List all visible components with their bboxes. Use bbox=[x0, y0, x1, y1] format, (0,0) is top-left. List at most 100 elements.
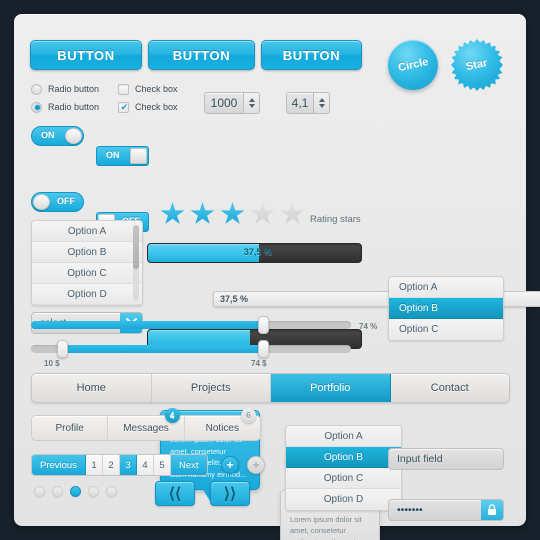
toggle-square-on[interactable]: ON bbox=[96, 146, 149, 166]
toggle-square-on-label: ON bbox=[106, 150, 120, 160]
dot-indicator[interactable] bbox=[34, 486, 117, 497]
tab-portfolio[interactable]: Portfolio bbox=[271, 374, 391, 402]
pagination-page-3[interactable]: 3 bbox=[119, 455, 137, 475]
pagination-page-2[interactable]: 2 bbox=[102, 455, 120, 475]
option-list-bottom[interactable]: Option A Option B Option C Option D bbox=[285, 425, 402, 511]
password-field[interactable]: ••••••• bbox=[388, 499, 504, 521]
radio-row-1[interactable]: Radio button bbox=[31, 82, 99, 96]
radio-icon-checked[interactable] bbox=[31, 101, 42, 113]
number-stepper-2[interactable]: 4,1 bbox=[286, 92, 330, 114]
pagination-next[interactable]: Next bbox=[170, 455, 207, 475]
dot-2[interactable] bbox=[52, 486, 63, 497]
tab-projects[interactable]: Projects bbox=[152, 374, 271, 402]
ui-kit-panel: BUTTON BUTTON BUTTON Circle Star Radio b… bbox=[14, 14, 540, 540]
tab-notices[interactable]: Notices 6 bbox=[185, 408, 260, 440]
slider-range[interactable] bbox=[31, 340, 351, 358]
toggle-knob[interactable] bbox=[65, 128, 82, 144]
star-icon-filled[interactable] bbox=[190, 202, 215, 224]
radio-icon-unchecked[interactable] bbox=[31, 83, 42, 95]
star-icon-filled[interactable] bbox=[220, 202, 245, 224]
prev-double-arrow-button[interactable]: ⟨⟨ bbox=[155, 481, 195, 506]
add-button-gray[interactable]: + bbox=[247, 456, 265, 474]
list-item[interactable]: Option A bbox=[286, 426, 401, 447]
tab-contact[interactable]: Contact bbox=[391, 374, 510, 402]
dot-5[interactable] bbox=[106, 486, 117, 497]
dot-1[interactable] bbox=[34, 486, 45, 497]
pagination-page-5[interactable]: 5 bbox=[153, 455, 171, 475]
checkbox-row-2[interactable]: Check box bbox=[118, 100, 178, 114]
stepper-up-icon[interactable] bbox=[318, 98, 325, 102]
rating-stars[interactable] bbox=[160, 202, 305, 226]
dot-4[interactable] bbox=[88, 486, 99, 497]
list-item[interactable]: Option C bbox=[32, 263, 142, 284]
slider-track[interactable] bbox=[31, 340, 351, 358]
toggle-round-off-label: OFF bbox=[57, 196, 75, 206]
list-item-selected[interactable]: Option B bbox=[286, 447, 401, 468]
number-stepper-1[interactable]: 1000 bbox=[204, 92, 260, 114]
primary-button-1[interactable]: BUTTON bbox=[30, 40, 142, 70]
slider-handle[interactable] bbox=[258, 316, 270, 334]
input-field[interactable]: Input field bbox=[388, 448, 504, 470]
list-item[interactable]: Option C bbox=[286, 468, 401, 489]
star-icon-empty[interactable] bbox=[250, 202, 275, 224]
pagination-page-4[interactable]: 4 bbox=[136, 455, 154, 475]
list-item[interactable]: Option C bbox=[389, 319, 503, 340]
tab-bar[interactable]: Home Projects Portfolio Contact bbox=[31, 373, 510, 403]
toggle-knob[interactable] bbox=[33, 194, 50, 210]
badge-tab-bar[interactable]: Profile Messages 4 Notices 6 bbox=[31, 408, 261, 441]
primary-button-2[interactable]: BUTTON bbox=[148, 40, 255, 70]
notification-body: Lorem ipsum dolor sit amet, consetetur s… bbox=[290, 514, 362, 540]
circle-badge[interactable]: Circle bbox=[388, 40, 438, 90]
add-button-blue[interactable]: + bbox=[221, 456, 239, 474]
list-item[interactable]: Option B bbox=[32, 242, 142, 263]
star-icon-empty[interactable] bbox=[280, 202, 305, 224]
radio-row-2[interactable]: Radio button bbox=[31, 100, 99, 114]
stepper-arrows-2[interactable] bbox=[314, 92, 330, 114]
checkbox-group: Check box Check box bbox=[118, 82, 178, 114]
star-icon-filled[interactable] bbox=[160, 202, 185, 224]
pagination-previous[interactable]: Previous bbox=[32, 455, 86, 475]
list-scrollbar[interactable] bbox=[133, 225, 139, 301]
star-badge[interactable]: Star bbox=[451, 39, 503, 91]
stepper-down-icon[interactable] bbox=[318, 104, 325, 108]
radio-group: Radio button Radio button bbox=[31, 82, 99, 114]
option-list-left[interactable]: Option A Option B Option C Option D bbox=[31, 220, 143, 306]
list-item[interactable]: Option A bbox=[389, 277, 503, 298]
stepper-value-2[interactable]: 4,1 bbox=[286, 92, 314, 114]
primary-button-3[interactable]: BUTTON bbox=[261, 40, 362, 70]
badge-messages: 4 bbox=[164, 408, 180, 423]
tab-messages[interactable]: Messages 4 bbox=[108, 408, 185, 440]
radio-label-2: Radio button bbox=[48, 102, 100, 112]
list-item[interactable]: Option D bbox=[32, 284, 142, 305]
stepper-arrows-1[interactable] bbox=[244, 92, 260, 114]
slider-single[interactable] bbox=[31, 316, 351, 334]
option-list-right[interactable]: Option A Option B Option C bbox=[388, 276, 504, 341]
stepper-down-icon[interactable] bbox=[248, 104, 255, 108]
stepper-up-icon[interactable] bbox=[248, 98, 255, 102]
pagination-page-1[interactable]: 1 bbox=[85, 455, 103, 475]
toggle-round-off[interactable]: OFF bbox=[31, 192, 84, 212]
tab-profile[interactable]: Profile bbox=[32, 416, 109, 440]
circle-badge-label: Circle bbox=[396, 55, 430, 75]
slider-handle-max[interactable] bbox=[258, 340, 270, 358]
checkbox-row-1[interactable]: Check box bbox=[118, 82, 178, 96]
slider-fill bbox=[31, 321, 268, 329]
toggle-knob[interactable] bbox=[130, 148, 147, 164]
pagination[interactable]: Previous 1 2 3 4 5 Next bbox=[31, 454, 208, 476]
slider-track[interactable] bbox=[31, 316, 351, 334]
toggle-round-on[interactable]: ON bbox=[31, 126, 84, 146]
list-item-selected[interactable]: Option B bbox=[389, 298, 503, 319]
checkbox-icon-checked[interactable] bbox=[118, 101, 130, 114]
next-double-arrow-button[interactable]: ⟩⟩ bbox=[210, 481, 250, 506]
slider-range-min-label: 10 $ bbox=[44, 359, 60, 368]
slider-handle-min[interactable] bbox=[56, 340, 68, 358]
tab-notices-label: Notices bbox=[205, 422, 239, 434]
scrollbar-thumb[interactable] bbox=[133, 225, 139, 270]
checkbox-icon-unchecked[interactable] bbox=[118, 83, 129, 95]
list-item[interactable]: Option A bbox=[32, 221, 142, 242]
lock-icon[interactable] bbox=[481, 500, 503, 520]
tab-home[interactable]: Home bbox=[32, 374, 152, 402]
stepper-value-1[interactable]: 1000 bbox=[204, 92, 244, 114]
list-item[interactable]: Option D bbox=[286, 489, 401, 510]
dot-3-active[interactable] bbox=[70, 486, 81, 497]
